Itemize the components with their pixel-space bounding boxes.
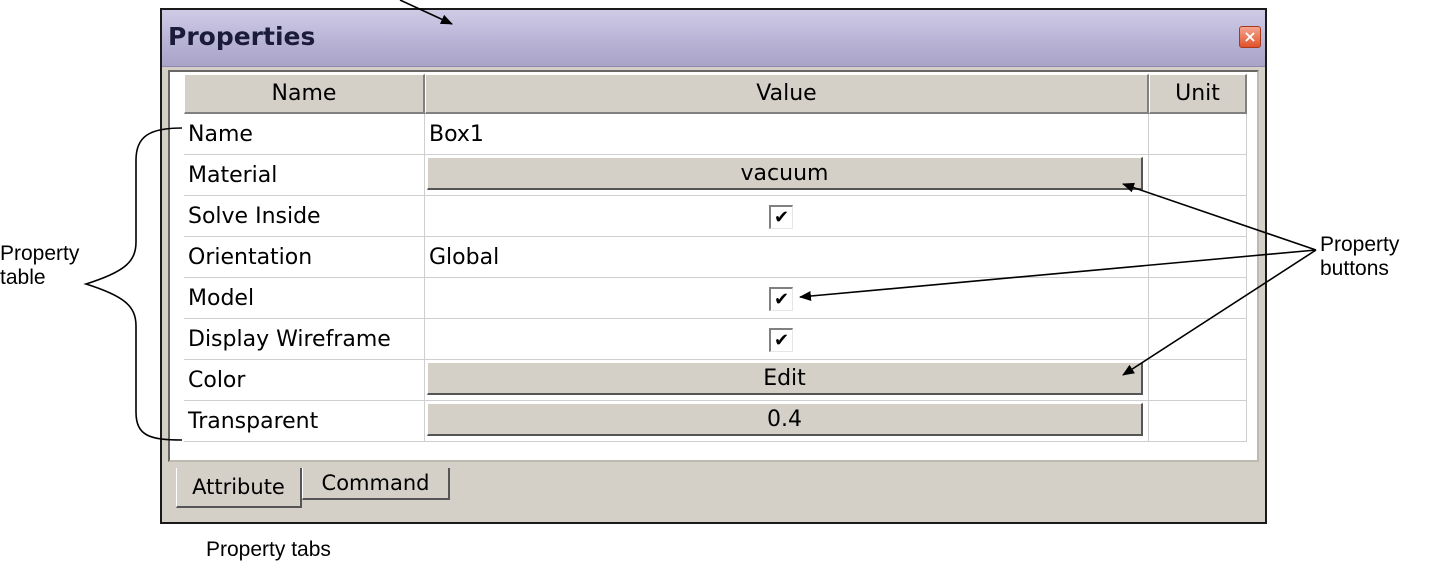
annotation-property-buttons: Property buttons: [1320, 233, 1400, 280]
close-button[interactable]: ×: [1239, 26, 1261, 48]
color-cell: Edit: [425, 360, 1149, 401]
model-checkbox[interactable]: ✔: [769, 287, 793, 311]
table-row: Display Wireframe ✔: [184, 319, 1247, 360]
property-unit: [1149, 360, 1247, 401]
annotation-property-table: Property table: [0, 242, 80, 289]
name-value-field[interactable]: Box1: [425, 114, 1149, 155]
property-name: Material: [184, 155, 425, 196]
property-name: Transparent: [184, 401, 425, 442]
model-cell: ✔: [425, 278, 1149, 319]
tab-command[interactable]: Command: [302, 468, 450, 500]
material-cell: vacuum: [425, 155, 1149, 196]
checkmark-icon: ✔: [773, 329, 790, 351]
property-unit: [1149, 319, 1247, 360]
column-header-unit[interactable]: Unit: [1149, 74, 1247, 114]
table-row: Name Box1: [184, 114, 1247, 155]
property-name: Color: [184, 360, 425, 401]
property-name: Display Wireframe: [184, 319, 425, 360]
checkmark-icon: ✔: [773, 206, 790, 228]
property-name: Model: [184, 278, 425, 319]
orientation-value-field[interactable]: Global: [425, 237, 1149, 278]
annotation-property-tabs: Property tabs: [206, 538, 331, 561]
column-header-value[interactable]: Value: [425, 74, 1149, 114]
checkmark-icon: ✔: [773, 288, 790, 310]
properties-window: Properties × Name Value Unit Name Box1 M…: [160, 8, 1267, 524]
property-unit: [1149, 196, 1247, 237]
property-name: Name: [184, 114, 425, 155]
color-edit-button[interactable]: Edit: [427, 362, 1143, 395]
solve-inside-cell: ✔: [425, 196, 1149, 237]
property-unit: [1149, 401, 1247, 442]
title-bar[interactable]: Properties ×: [162, 10, 1265, 67]
tab-attribute[interactable]: Attribute: [176, 468, 302, 508]
transparent-cell: 0.4: [425, 401, 1149, 442]
property-unit: [1149, 278, 1247, 319]
property-unit: [1149, 155, 1247, 196]
table-row: Orientation Global: [184, 237, 1247, 278]
table-row: Model ✔: [184, 278, 1247, 319]
material-button[interactable]: vacuum: [427, 157, 1143, 190]
column-header-name[interactable]: Name: [184, 74, 425, 114]
display-wireframe-checkbox[interactable]: ✔: [769, 328, 793, 352]
close-icon: ×: [1243, 27, 1257, 46]
property-table-panel: Name Value Unit Name Box1 Material vacuu…: [168, 70, 1259, 462]
display-wireframe-cell: ✔: [425, 319, 1149, 360]
window-title: Properties: [168, 22, 316, 51]
property-name: Orientation: [184, 237, 425, 278]
solve-inside-checkbox[interactable]: ✔: [769, 205, 793, 229]
table-row: Solve Inside ✔: [184, 196, 1247, 237]
transparent-button[interactable]: 0.4: [427, 403, 1143, 436]
property-unit: [1149, 237, 1247, 278]
table-row: Material vacuum: [184, 155, 1247, 196]
property-name: Solve Inside: [184, 196, 425, 237]
property-unit: [1149, 114, 1247, 155]
table-row: Transparent 0.4: [184, 401, 1247, 442]
table-row: Color Edit: [184, 360, 1247, 401]
